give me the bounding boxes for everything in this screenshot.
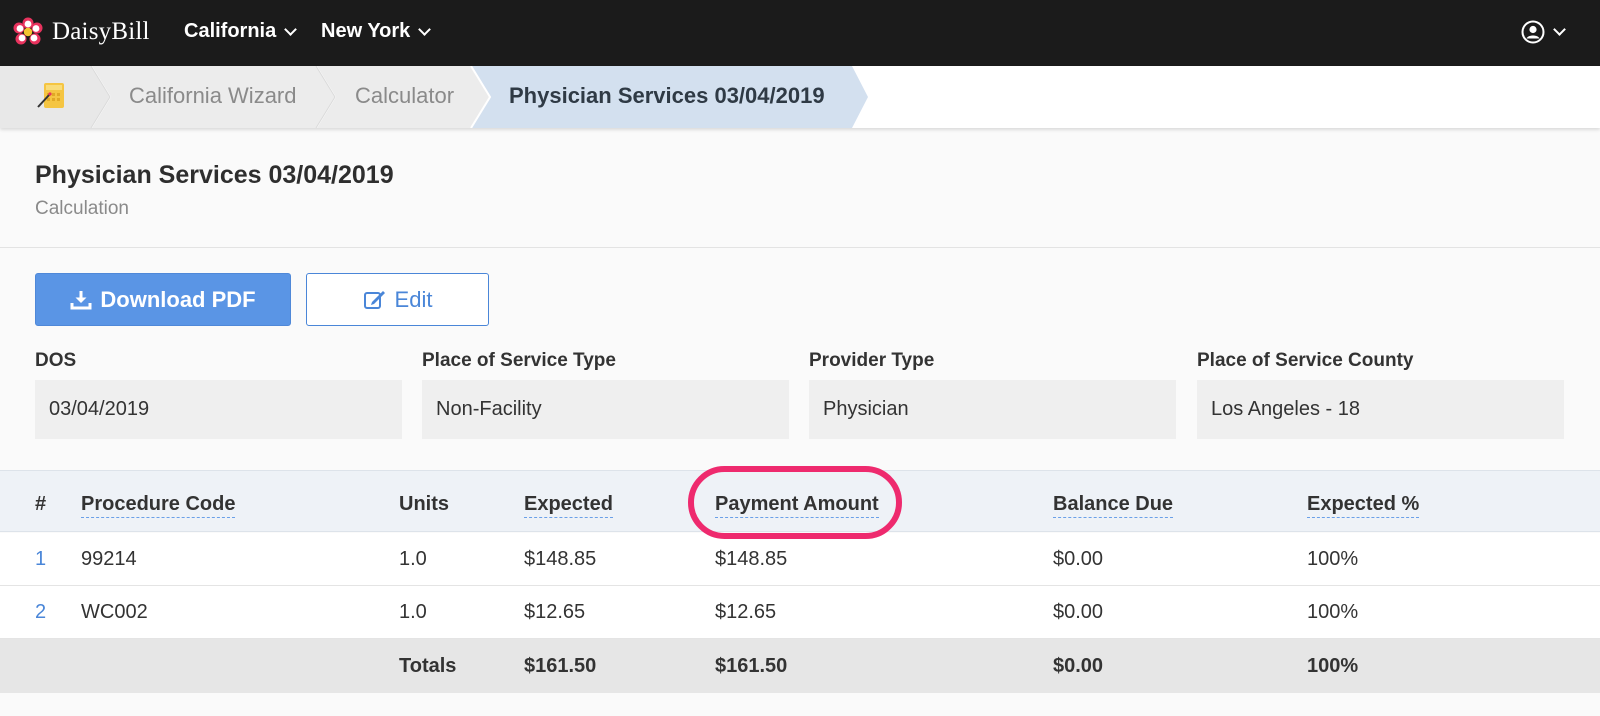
payment-amount-highlight: [688, 466, 902, 539]
place-of-service-type-label: Place of Service Type: [422, 350, 616, 371]
place-of-service-type-field: Non-Facility: [422, 380, 789, 439]
payment-amount-cell: $148.85: [715, 548, 788, 570]
expected-percent-cell: 100%: [1307, 601, 1359, 623]
balance-due-cell: $0.00: [1053, 601, 1104, 623]
place-of-service-county-value: Los Angeles - 18: [1211, 398, 1360, 420]
download-pdf-label: Download PDF: [100, 286, 256, 312]
nav-new-york[interactable]: New York: [321, 20, 432, 43]
procedure-code-cell: 99214: [81, 548, 137, 570]
place-of-service-county-field: Los Angeles - 18: [1197, 380, 1564, 439]
chevron-down-icon: [418, 22, 432, 36]
user-avatar-icon: [1521, 20, 1545, 44]
dos-value: 03/04/2019: [49, 398, 150, 420]
edit-icon: [363, 290, 385, 309]
units-cell: 1.0: [399, 601, 427, 623]
place-of-service-county-label: Place of Service County: [1197, 350, 1414, 371]
expected-cell: $12.65: [524, 601, 586, 623]
user-menu[interactable]: [1521, 20, 1566, 44]
breadcrumb: California Wizard Calculator Physician S…: [0, 66, 1600, 128]
expected-percent-cell: 100%: [1307, 548, 1359, 570]
column-expected[interactable]: Expected: [524, 493, 613, 518]
totals-payment-amount: $161.50: [715, 655, 788, 677]
totals-label: Totals: [399, 655, 457, 677]
expected-cell: $148.85: [524, 548, 597, 570]
column-balance-due[interactable]: Balance Due: [1053, 493, 1174, 518]
calculator-wizard-icon[interactable]: [36, 80, 68, 112]
payment-amount-cell: $12.65: [715, 601, 777, 623]
nav-new-york-label: New York: [321, 20, 411, 42]
edit-button[interactable]: Edit: [306, 273, 489, 326]
provider-type-value: Physician: [823, 398, 909, 420]
dos-field: 03/04/2019: [35, 380, 402, 439]
column-number: #: [35, 493, 47, 515]
download-pdf-button[interactable]: Download PDF: [35, 273, 291, 326]
row-number-link[interactable]: 2: [35, 601, 46, 624]
units-cell: 1.0: [399, 548, 427, 570]
breadcrumb-calculator[interactable]: Calculator: [355, 83, 454, 109]
column-units: Units: [399, 493, 449, 515]
column-procedure-code[interactable]: Procedure Code: [81, 493, 236, 518]
provider-type-label: Provider Type: [809, 350, 935, 371]
daisy-logo-icon[interactable]: [12, 17, 44, 49]
column-expected-percent[interactable]: Expected %: [1307, 493, 1420, 518]
totals-balance-due: $0.00: [1053, 655, 1104, 677]
edit-label: Edit: [394, 286, 433, 312]
totals-expected: $161.50: [524, 655, 597, 677]
breadcrumb-current: Physician Services 03/04/2019: [509, 83, 825, 108]
brand-name[interactable]: DaisyBill: [52, 18, 150, 46]
provider-type-field: Physician: [809, 380, 1176, 439]
table-row: 1 99214 1.0 $148.85 $148.85 $0.00 100%: [0, 533, 1600, 586]
chevron-down-icon: [1553, 23, 1566, 36]
page-title: Physician Services 03/04/2019: [35, 161, 394, 189]
row-number-link[interactable]: 1: [35, 548, 46, 571]
chevron-down-icon: [284, 22, 298, 36]
dos-label: DOS: [35, 350, 77, 371]
nav-california-label: California: [184, 20, 277, 42]
page-subtitle: Calculation: [35, 198, 129, 219]
breadcrumb-california-wizard[interactable]: California Wizard: [129, 83, 297, 109]
table-row: 2 WC002 1.0 $12.65 $12.65 $0.00 100%: [0, 586, 1600, 639]
procedure-code-cell: WC002: [81, 601, 148, 623]
totals-expected-percent: 100%: [1307, 655, 1359, 677]
nav-california[interactable]: California: [184, 20, 298, 43]
balance-due-cell: $0.00: [1053, 548, 1104, 570]
top-navbar: DaisyBill California New York: [0, 0, 1600, 66]
place-of-service-type-value: Non-Facility: [436, 398, 542, 420]
page-header: Physician Services 03/04/2019 Calculatio…: [0, 142, 1600, 248]
table-totals-row: Totals $161.50 $161.50 $0.00 100%: [0, 639, 1600, 693]
download-icon: [70, 290, 92, 309]
